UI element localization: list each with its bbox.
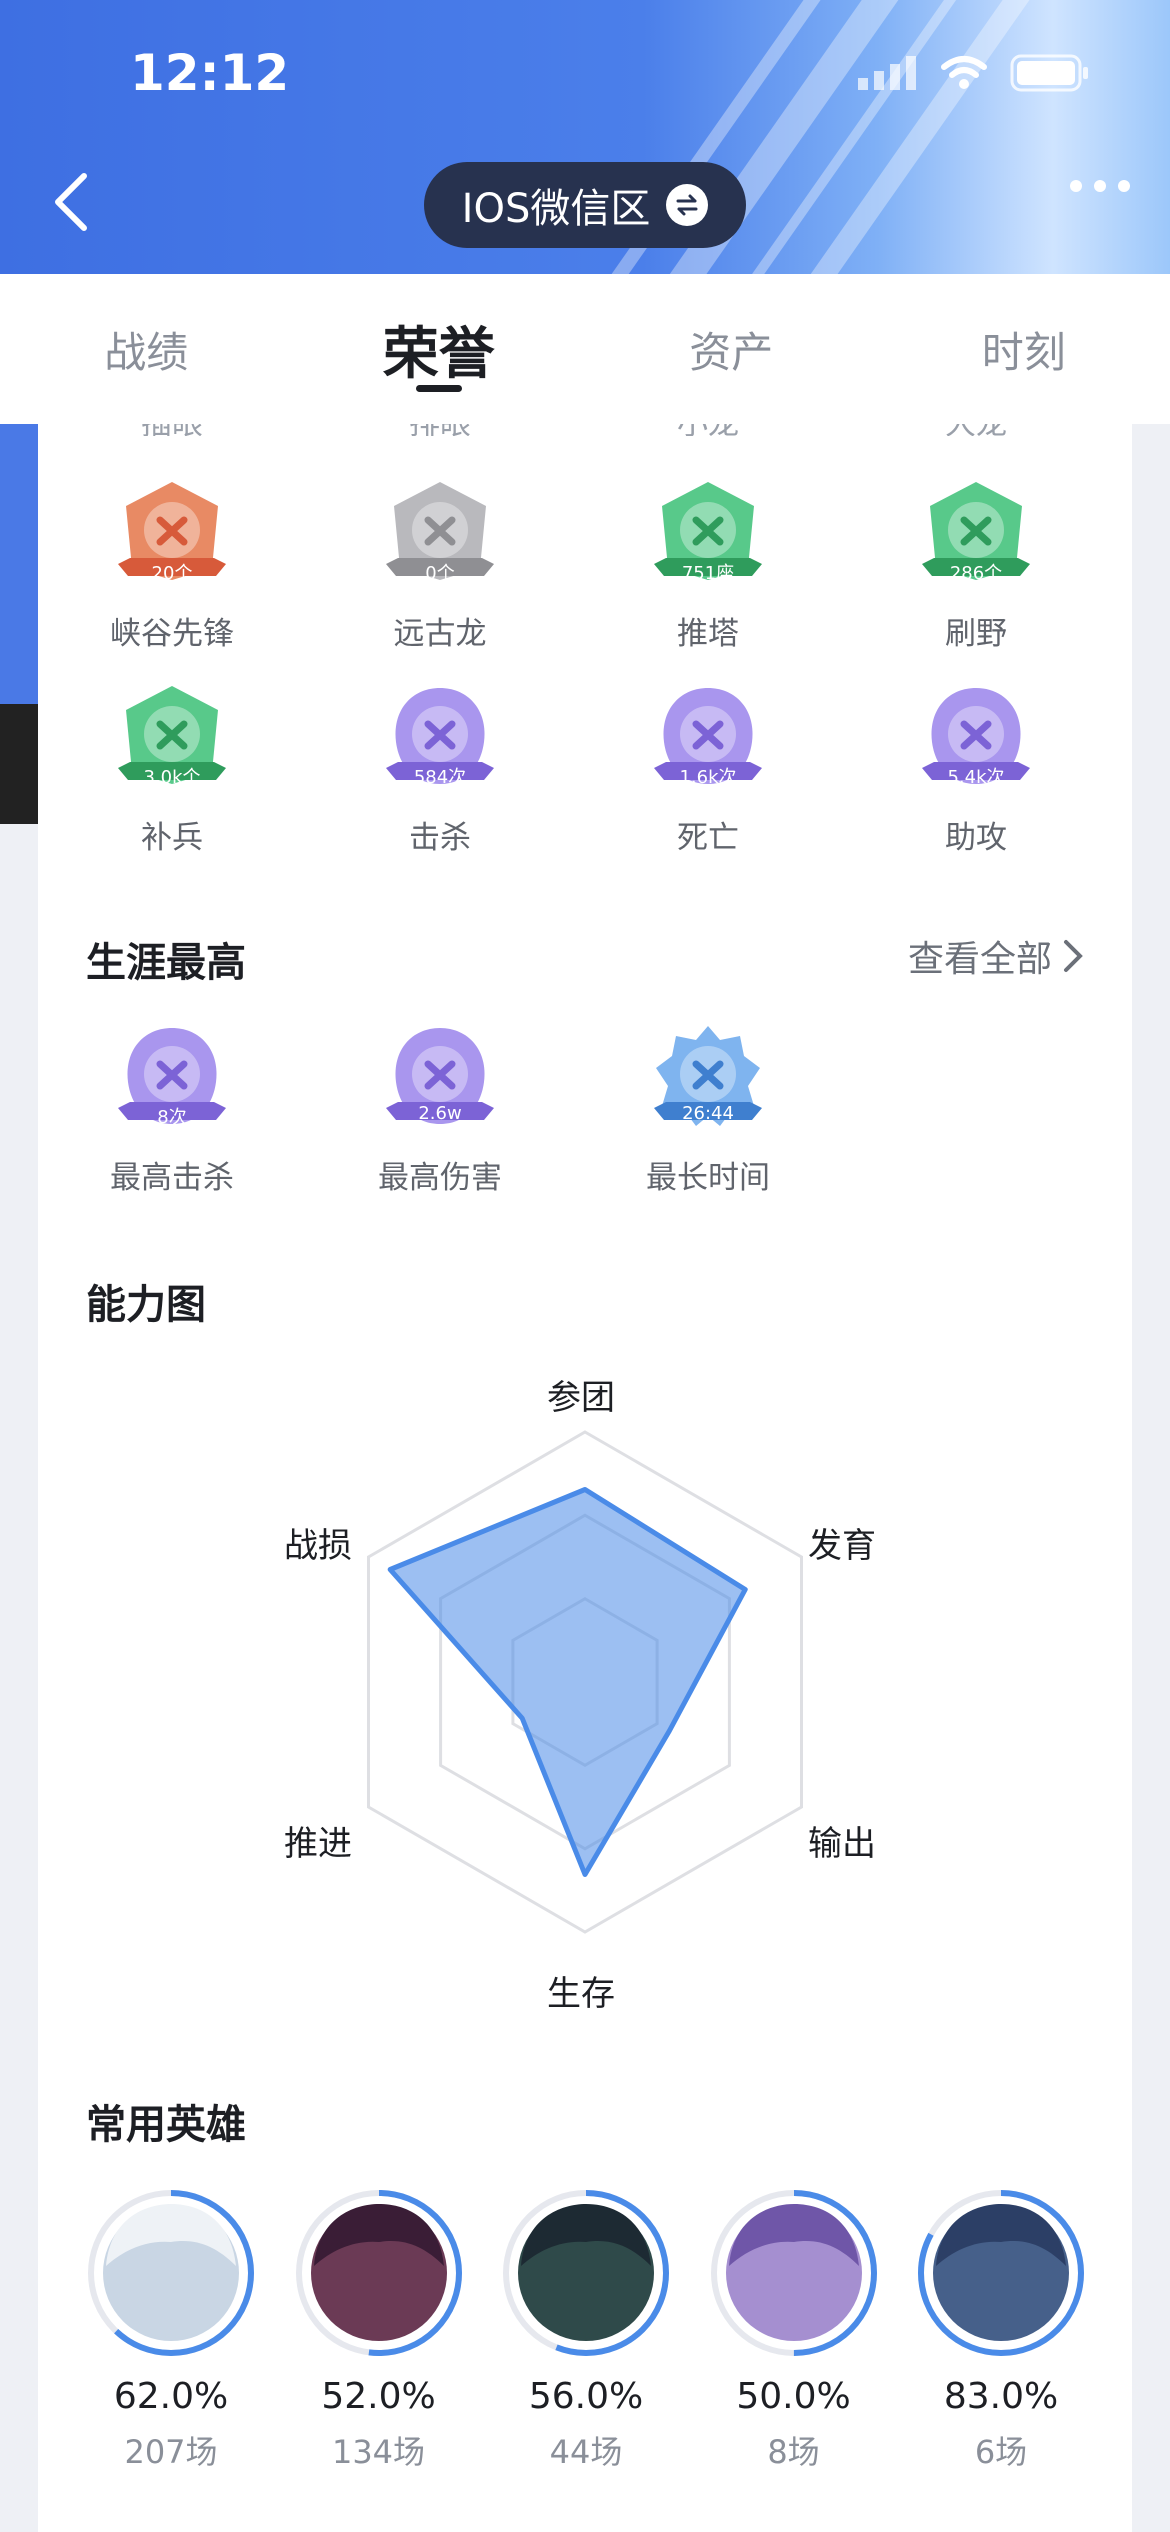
see-all-link[interactable]: 查看全部 <box>908 930 1084 982</box>
status-time: 12:12 <box>130 44 290 102</box>
hero-win-rate: 62.0% <box>113 2376 229 2417</box>
region-switcher[interactable]: IOS微信区 <box>424 162 746 248</box>
radar-axis-label: 参团 <box>547 1378 615 1418</box>
cut-off-labels: 插眼 排眼 小龙 大龙 <box>38 424 1132 436</box>
badge-label: 推塔 <box>677 616 739 652</box>
ability-radar-chart <box>366 1430 804 1934</box>
app-header: 12:12 IOS微信区 <box>0 0 1170 274</box>
hero-list: 62.0% 207场 52.0% 134场 56.0% 44场 50.0% 8场 83.0% 6场 <box>86 2188 1086 2473</box>
badge-count: 8次 <box>157 1107 187 1128</box>
badge-label: 死亡 <box>677 820 739 856</box>
hero-avatar <box>918 2190 1084 2356</box>
hero-win-rate: 56.0% <box>528 2376 644 2417</box>
cut-off-label: 插眼 <box>38 424 306 436</box>
hero-item[interactable]: 52.0% 134场 <box>294 2188 464 2473</box>
cut-off-label: 排眼 <box>306 424 574 436</box>
tab-moments[interactable]: 时刻 <box>878 274 1170 424</box>
hero-games-count: 8场 <box>767 2433 820 2471</box>
badge-count: 286个 <box>949 563 1003 584</box>
career-best-row: 8次最高击杀 2.6w 最高伤害 26:44 最长时间 <box>38 1020 1132 1197</box>
battery-icon <box>1010 54 1088 92</box>
honor-badge[interactable]: 751座推塔 <box>574 476 842 653</box>
badge-count: 26:44 <box>682 1103 734 1124</box>
tab-bar: 战绩 荣誉 资产 时刻 <box>0 274 1170 424</box>
radar-axis-label: 发育 <box>808 1526 876 1566</box>
tab-assets[interactable]: 资产 <box>585 274 878 424</box>
career-best-title: 生涯最高 <box>86 940 246 986</box>
cut-off-label: 小龙 <box>574 424 842 436</box>
radar-axis-label: 输出 <box>808 1824 876 1864</box>
more-icon <box>1070 180 1082 192</box>
region-label: IOS微信区 <box>461 186 651 232</box>
honor-badge[interactable]: 26:44 最长时间 <box>574 1020 842 1197</box>
badge-count: 1.6k次 <box>679 767 737 788</box>
hero-win-rate: 83.0% <box>943 2376 1059 2417</box>
heroes-title: 常用英雄 <box>86 2102 246 2148</box>
hero-games-count: 6场 <box>974 2433 1028 2471</box>
honor-badge[interactable]: 1.6k次死亡 <box>574 680 842 857</box>
badge-count: 5.4k次 <box>947 767 1005 788</box>
swap-icon <box>666 184 709 226</box>
honor-stats-card: 插眼 排眼 小龙 大龙 20个峡谷先锋0个远古龙751座推塔286个刷野 3.0… <box>38 424 1132 872</box>
honor-badge[interactable]: 20个峡谷先锋 <box>38 476 306 653</box>
ability-title: 能力图 <box>86 1282 206 1328</box>
badge-count: 3.0k个 <box>143 767 201 788</box>
badge-count: 2.6w <box>418 1103 462 1124</box>
honor-badge[interactable]: 5.4k次助攻 <box>842 680 1110 857</box>
honor-badge[interactable]: 3.0k个补兵 <box>38 680 306 857</box>
hero-avatar <box>503 2190 669 2356</box>
badge-count: 584次 <box>413 767 467 788</box>
hero-avatar <box>295 2190 462 2356</box>
tab-honor[interactable]: 荣誉 <box>293 274 586 424</box>
cut-off-label: 大龙 <box>842 424 1110 436</box>
badge-label: 最长时间 <box>646 1160 770 1196</box>
see-all-label: 查看全部 <box>907 939 1052 980</box>
hero-games-count: 207场 <box>124 2433 218 2471</box>
status-icons <box>858 54 1090 92</box>
badge-label: 助攻 <box>945 820 1007 856</box>
tab-record[interactable]: 战绩 <box>0 274 293 424</box>
hero-item[interactable]: 83.0% 6场 <box>916 2188 1086 2473</box>
hero-avatar <box>88 2190 254 2356</box>
hero-games-count: 134场 <box>331 2433 426 2471</box>
radar-axis-label: 生存 <box>547 1974 615 2014</box>
badge-count: 20个 <box>151 563 193 584</box>
honor-badge[interactable]: 0个远古龙 <box>306 476 574 653</box>
hero-games-count: 44场 <box>549 2433 623 2471</box>
honor-badge[interactable]: 584次击杀 <box>306 680 574 857</box>
badge-label: 远古龙 <box>393 616 487 652</box>
badge-count: 0个 <box>425 563 455 584</box>
badge-label: 最高击杀 <box>110 1160 234 1196</box>
badge-label: 补兵 <box>141 820 203 856</box>
hero-item[interactable]: 50.0% 8场 <box>709 2188 879 2473</box>
badge-row: 3.0k个 补兵 584次 击杀 1.6k次 死亡 5.4k次 助攻 <box>38 680 1132 857</box>
wifi-icon <box>941 56 987 89</box>
badge-label: 峡谷先锋 <box>110 616 234 652</box>
badge-label: 刷野 <box>945 616 1007 652</box>
badge-label: 最高伤害 <box>378 1160 502 1196</box>
badge-label: 击杀 <box>409 820 471 856</box>
background-strip <box>0 424 38 824</box>
hero-item[interactable]: 56.0% 44场 <box>501 2188 671 2473</box>
signal-icon <box>858 56 916 90</box>
radar-axis-label: 战损 <box>284 1526 352 1566</box>
honor-badge[interactable]: 2.6w 最高伤害 <box>306 1020 574 1197</box>
hero-item[interactable]: 62.0% 207场 <box>86 2188 256 2473</box>
hero-win-rate: 52.0% <box>321 2376 436 2417</box>
honor-badge[interactable]: 286个刷野 <box>842 476 1110 653</box>
career-card: 生涯最高 查看全部 8次最高击杀 2.6w 最高伤害 26:44 最长时间 能力图 参团… <box>38 872 1132 2532</box>
chevron-left-icon <box>55 173 87 231</box>
hero-avatar <box>710 2190 877 2356</box>
hero-win-rate: 50.0% <box>736 2376 851 2417</box>
honor-badge[interactable]: 8次最高击杀 <box>38 1020 306 1197</box>
radar-value-area <box>387 1487 748 1877</box>
badge-count: 751座 <box>681 563 735 584</box>
radar-axis-label: 推进 <box>284 1824 352 1864</box>
more-button[interactable] <box>1070 180 1130 192</box>
chevron-right-icon <box>1064 940 1083 972</box>
badge-row: 20个 峡谷先锋 0个 远古龙 751座 推塔 286个 刷野 <box>38 476 1132 653</box>
back-button[interactable] <box>44 172 104 232</box>
